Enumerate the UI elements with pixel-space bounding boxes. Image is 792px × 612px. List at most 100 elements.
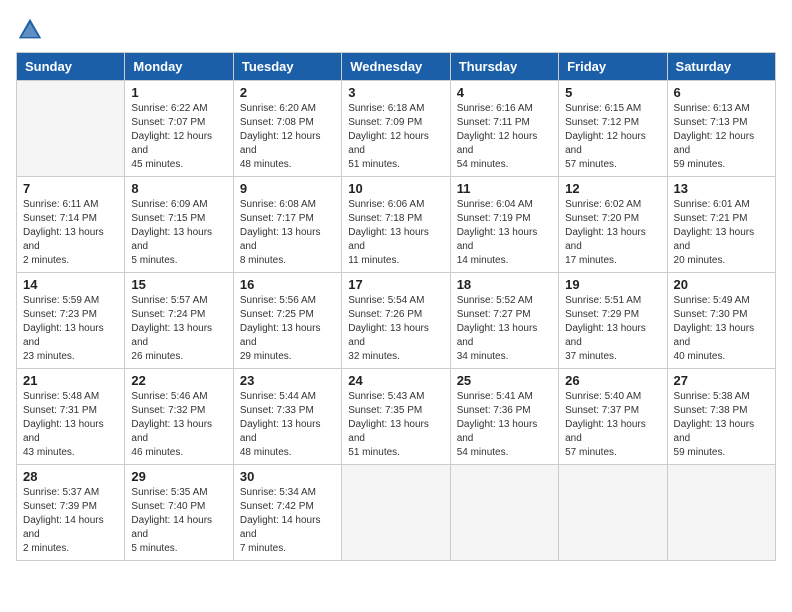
day-number: 3	[348, 85, 443, 100]
calendar-cell: 22 Sunrise: 5:46 AMSunset: 7:32 PMDayligh…	[125, 369, 233, 465]
calendar-cell: 14 Sunrise: 5:59 AMSunset: 7:23 PMDayligh…	[17, 273, 125, 369]
weekday-header-sunday: Sunday	[17, 53, 125, 81]
calendar-cell: 16Sunrise: 5:56 AMSunset: 7:25 PMDayligh…	[233, 273, 341, 369]
day-number: 23	[240, 373, 335, 388]
day-info: Sunrise: 5:48 AMSunset: 7:31 PMDaylight:…	[23, 390, 118, 460]
day-number: 1	[131, 85, 226, 100]
day-number: 17	[348, 277, 443, 292]
day-number: 22	[131, 373, 226, 388]
day-info: Sunrise: 5:59 AMSunset: 7:23 PMDaylight:…	[23, 294, 118, 364]
day-number: 25	[457, 373, 552, 388]
day-info: Sunrise: 5:51 AMSunset: 7:29 PMDaylight:…	[565, 294, 660, 364]
day-info: Sunrise: 6:16 AMSunset: 7:11 PMDaylight:…	[457, 102, 552, 172]
calendar-cell: 7Sunrise: 6:11 AMSunset: 7:14 PMDaylight…	[17, 177, 125, 273]
calendar-cell: 30 Sunrise: 5:34 AMSunset: 7:42 PMDayligh…	[233, 465, 341, 561]
day-number: 9	[240, 181, 335, 196]
day-number: 18	[457, 277, 552, 292]
day-number: 20	[674, 277, 769, 292]
calendar-cell: 4 Sunrise: 6:16 AMSunset: 7:11 PMDaylight…	[450, 81, 558, 177]
day-number: 27	[674, 373, 769, 388]
calendar-cell: 6 Sunrise: 6:13 AMSunset: 7:13 PMDaylight…	[667, 81, 775, 177]
day-number: 10	[348, 181, 443, 196]
calendar-cell	[667, 465, 775, 561]
day-number: 13	[674, 181, 769, 196]
calendar-cell: 5 Sunrise: 6:15 AMSunset: 7:12 PMDaylight…	[559, 81, 667, 177]
calendar-cell: 3 Sunrise: 6:18 AMSunset: 7:09 PMDaylight…	[342, 81, 450, 177]
day-number: 14	[23, 277, 118, 292]
day-number: 11	[457, 181, 552, 196]
logo-icon	[16, 16, 44, 44]
calendar-week-2: 7Sunrise: 6:11 AMSunset: 7:14 PMDaylight…	[17, 177, 776, 273]
day-info: Sunrise: 5:41 AMSunset: 7:36 PMDaylight:…	[457, 390, 552, 460]
calendar-cell: 21 Sunrise: 5:48 AMSunset: 7:31 PMDayligh…	[17, 369, 125, 465]
day-number: 2	[240, 85, 335, 100]
calendar-cell: 17 Sunrise: 5:54 AMSunset: 7:26 PMDayligh…	[342, 273, 450, 369]
day-info: Sunrise: 5:40 AMSunset: 7:37 PMDaylight:…	[565, 390, 660, 460]
calendar-cell	[17, 81, 125, 177]
calendar-cell: 18 Sunrise: 5:52 AMSunset: 7:27 PMDayligh…	[450, 273, 558, 369]
weekday-header-saturday: Saturday	[667, 53, 775, 81]
day-number: 28	[23, 469, 118, 484]
day-info: Sunrise: 6:02 AMSunset: 7:20 PMDaylight:…	[565, 198, 660, 268]
day-number: 26	[565, 373, 660, 388]
weekday-header-tuesday: Tuesday	[233, 53, 341, 81]
day-info: Sunrise: 5:54 AMSunset: 7:26 PMDaylight:…	[348, 294, 443, 364]
calendar-cell: 15Sunrise: 5:57 AMSunset: 7:24 PMDayligh…	[125, 273, 233, 369]
day-number: 7	[23, 181, 118, 196]
day-number: 12	[565, 181, 660, 196]
day-number: 21	[23, 373, 118, 388]
day-number: 15	[131, 277, 226, 292]
calendar-cell	[342, 465, 450, 561]
day-number: 5	[565, 85, 660, 100]
calendar-cell: 8 Sunrise: 6:09 AMSunset: 7:15 PMDaylight…	[125, 177, 233, 273]
calendar-cell: 24 Sunrise: 5:43 AMSunset: 7:35 PMDayligh…	[342, 369, 450, 465]
calendar-cell: 10 Sunrise: 6:06 AMSunset: 7:18 PMDayligh…	[342, 177, 450, 273]
calendar-cell: 27Sunrise: 5:38 AMSunset: 7:38 PMDayligh…	[667, 369, 775, 465]
day-info: Sunrise: 5:52 AMSunset: 7:27 PMDaylight:…	[457, 294, 552, 364]
day-number: 24	[348, 373, 443, 388]
calendar-cell: 25 Sunrise: 5:41 AMSunset: 7:36 PMDayligh…	[450, 369, 558, 465]
calendar-cell: 9Sunrise: 6:08 AMSunset: 7:17 PMDaylight…	[233, 177, 341, 273]
calendar-cell: 26 Sunrise: 5:40 AMSunset: 7:37 PMDayligh…	[559, 369, 667, 465]
day-info: Sunrise: 5:43 AMSunset: 7:35 PMDaylight:…	[348, 390, 443, 460]
day-info: Sunrise: 5:46 AMSunset: 7:32 PMDaylight:…	[131, 390, 226, 460]
day-info: Sunrise: 6:04 AMSunset: 7:19 PMDaylight:…	[457, 198, 552, 268]
day-number: 6	[674, 85, 769, 100]
weekday-header-friday: Friday	[559, 53, 667, 81]
weekday-header-wednesday: Wednesday	[342, 53, 450, 81]
day-info: Sunrise: 6:18 AMSunset: 7:09 PMDaylight:…	[348, 102, 443, 172]
calendar-cell	[450, 465, 558, 561]
calendar-week-4: 21 Sunrise: 5:48 AMSunset: 7:31 PMDayligh…	[17, 369, 776, 465]
day-info: Sunrise: 6:09 AMSunset: 7:15 PMDaylight:…	[131, 198, 226, 268]
calendar-cell: 19 Sunrise: 5:51 AMSunset: 7:29 PMDayligh…	[559, 273, 667, 369]
calendar-cell: 29 Sunrise: 5:35 AMSunset: 7:40 PMDayligh…	[125, 465, 233, 561]
day-info: Sunrise: 5:56 AMSunset: 7:25 PMDaylight:…	[240, 294, 335, 364]
day-info: Sunrise: 5:49 AMSunset: 7:30 PMDaylight:…	[674, 294, 769, 364]
day-number: 30	[240, 469, 335, 484]
calendar-cell	[559, 465, 667, 561]
day-info: Sunrise: 6:15 AMSunset: 7:12 PMDaylight:…	[565, 102, 660, 172]
day-info: Sunrise: 5:35 AMSunset: 7:40 PMDaylight:…	[131, 486, 226, 556]
day-info: Sunrise: 6:20 AMSunset: 7:08 PMDaylight:…	[240, 102, 335, 172]
calendar-week-3: 14 Sunrise: 5:59 AMSunset: 7:23 PMDayligh…	[17, 273, 776, 369]
day-number: 8	[131, 181, 226, 196]
weekday-header-thursday: Thursday	[450, 53, 558, 81]
day-info: Sunrise: 6:13 AMSunset: 7:13 PMDaylight:…	[674, 102, 769, 172]
calendar-cell: 2 Sunrise: 6:20 AMSunset: 7:08 PMDaylight…	[233, 81, 341, 177]
day-number: 29	[131, 469, 226, 484]
calendar-cell: 13 Sunrise: 6:01 AMSunset: 7:21 PMDayligh…	[667, 177, 775, 273]
calendar-cell: 28Sunrise: 5:37 AMSunset: 7:39 PMDayligh…	[17, 465, 125, 561]
calendar-cell: 11 Sunrise: 6:04 AMSunset: 7:19 PMDayligh…	[450, 177, 558, 273]
calendar-cell: 1Sunrise: 6:22 AMSunset: 7:07 PMDaylight…	[125, 81, 233, 177]
day-number: 4	[457, 85, 552, 100]
day-info: Sunrise: 6:01 AMSunset: 7:21 PMDaylight:…	[674, 198, 769, 268]
day-info: Sunrise: 5:44 AMSunset: 7:33 PMDaylight:…	[240, 390, 335, 460]
calendar-cell: 20 Sunrise: 5:49 AMSunset: 7:30 PMDayligh…	[667, 273, 775, 369]
day-info: Sunrise: 6:06 AMSunset: 7:18 PMDaylight:…	[348, 198, 443, 268]
day-number: 19	[565, 277, 660, 292]
day-info: Sunrise: 5:34 AMSunset: 7:42 PMDaylight:…	[240, 486, 335, 556]
calendar-week-1: 1Sunrise: 6:22 AMSunset: 7:07 PMDaylight…	[17, 81, 776, 177]
calendar-cell: 12 Sunrise: 6:02 AMSunset: 7:20 PMDayligh…	[559, 177, 667, 273]
calendar-table: SundayMondayTuesdayWednesdayThursdayFrid…	[16, 52, 776, 561]
page-header	[16, 16, 776, 44]
